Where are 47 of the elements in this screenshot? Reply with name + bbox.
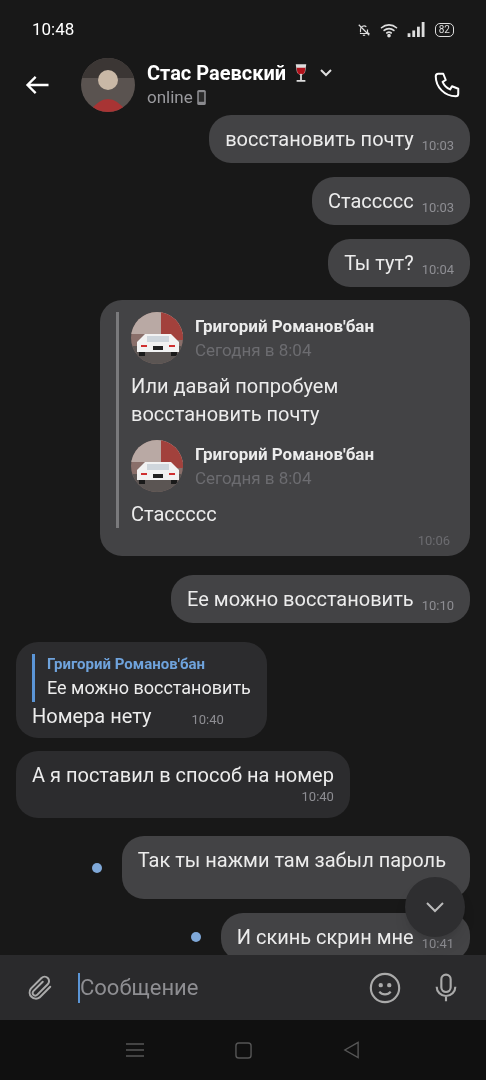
message-input[interactable]: Сообщение: [80, 971, 368, 1004]
chevron-down-icon[interactable]: [320, 69, 333, 77]
message-text: Номера нету: [32, 702, 152, 730]
reply-text: Ее можно восстановить: [47, 675, 251, 700]
message-text: Так ты нажми там забыл пароль: [137, 848, 446, 872]
message-time: 10:04: [421, 261, 454, 277]
message-text: Ее можно восстановить: [187, 586, 414, 611]
message-text: Или давай попробуем восстановить почту: [131, 372, 340, 428]
message-bubble[interactable]: А я поставил в способ на номер 10:40: [16, 750, 350, 818]
message-text: Стассссс: [327, 188, 414, 213]
message-bubble[interactable]: Стассссс 10:03: [311, 176, 470, 225]
chevron-down-icon: [425, 901, 445, 913]
message-bubble[interactable]: восстановить почту 10:03: [209, 115, 470, 163]
battery-indicator: 82: [434, 22, 454, 37]
back-triangle-icon[interactable]: [343, 1041, 361, 1059]
message-bubble[interactable]: Так ты нажми там забыл пароль: [121, 836, 470, 899]
signal-icon: [406, 22, 427, 37]
status-time: 10:48: [32, 17, 75, 41]
text-cursor: [78, 972, 80, 1003]
phone-icon[interactable]: [432, 70, 462, 100]
message-bubble[interactable]: И скинь скрин мне 10:41: [220, 913, 470, 955]
message-bubble[interactable]: Ты тут? 10:04: [328, 238, 470, 287]
message-text: А я поставил в способ на номер: [32, 762, 334, 787]
message-time: 10:40: [191, 711, 224, 729]
message-time: 10:41: [421, 936, 454, 951]
phone-device-icon: [196, 89, 206, 105]
message-text: восстановить почту: [225, 126, 414, 151]
reply-author: Григорий Романов'бан: [47, 653, 206, 674]
contact-name: Стас Раевский: [147, 61, 287, 85]
forward-author: Григорий Романов'бан: [195, 314, 375, 338]
contact-status: online: [147, 86, 193, 109]
home-square-icon[interactable]: [235, 1041, 252, 1059]
bell-off-icon: [356, 22, 371, 37]
wine-glass-icon: [294, 63, 309, 83]
message-time: 10:03: [421, 199, 454, 215]
message-text: И скинь скрин мне: [236, 925, 414, 949]
message-time: 10:40: [301, 787, 334, 806]
avatar[interactable]: [81, 58, 135, 112]
message-composer[interactable]: Сообщение: [0, 955, 486, 1020]
message-bubble[interactable]: Григорий Романов'бан Ее можно восстановить Номера нету 10:40: [16, 641, 267, 738]
message-time: 10:03: [421, 137, 454, 153]
message-text: Стассссс: [131, 500, 218, 528]
message-time: 10:10: [421, 597, 454, 613]
message-text: Ты тут?: [344, 250, 414, 275]
emoji-icon[interactable]: [368, 970, 402, 1005]
message-bubble[interactable]: Ее можно восстановить 10:10: [171, 574, 470, 623]
forward-author: Григорий Романов'бан: [195, 442, 375, 466]
